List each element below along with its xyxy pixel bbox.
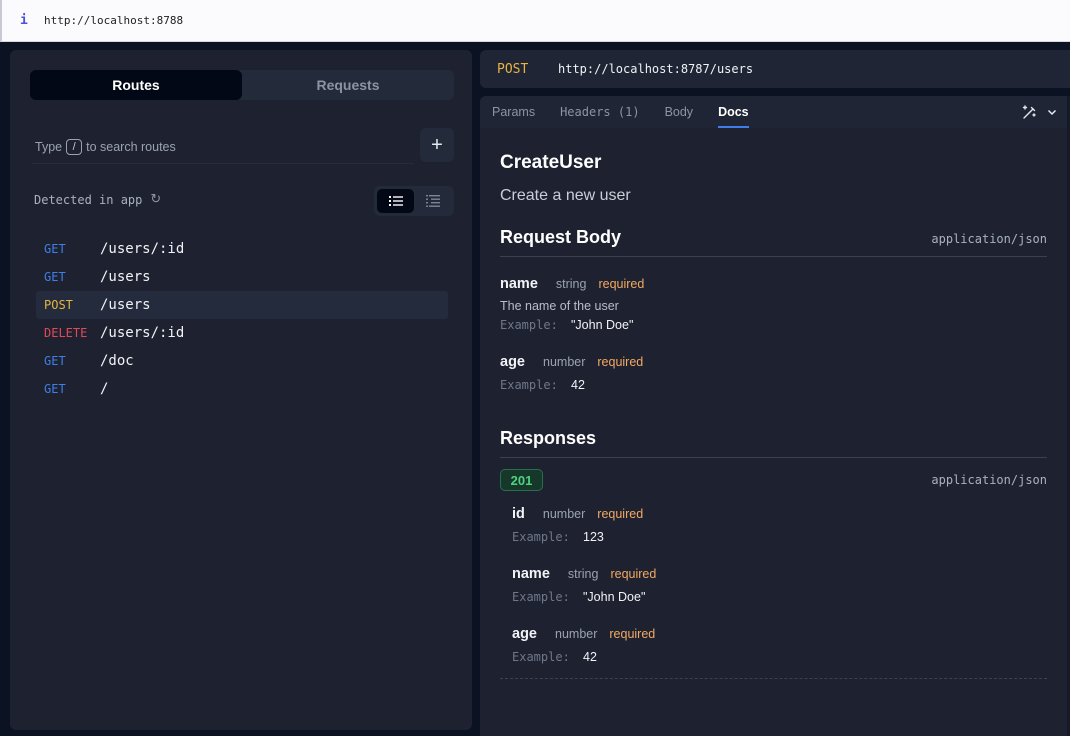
field-type: number [555,627,598,641]
request-url-bar[interactable]: POST http://localhost:8787/users [480,50,1070,88]
tab-headers[interactable]: Headers (1) [560,96,639,128]
field-required: required [610,567,657,581]
search-hint-suffix: to search routes [86,139,176,154]
routes-sidebar: Routes Requests Type / to search routes … [10,50,472,730]
example-label: Example: [500,318,558,332]
slash-key-hint: / [66,138,83,155]
route-method: GET [44,354,66,368]
field-name: id [512,506,525,522]
example-value: "John Doe" [571,318,634,332]
indented-list-icon [425,195,440,207]
field-name: name [512,566,550,582]
field-required: required [609,627,656,641]
operation-description: Create a new user [500,187,631,204]
request-panel: Params Headers (1) Body Docs CreateUser … [480,96,1070,736]
field-type: string [555,277,587,291]
request-url[interactable]: http://localhost:8787/users [558,62,753,76]
app: Routes Requests Type / to search routes … [2,42,1070,736]
field-item: id number required Example: 123 [512,506,1047,544]
detected-in-app-header: Detected in app ↻ [34,192,161,207]
list-view-button[interactable] [377,189,414,213]
magic-wand-icon[interactable] [1021,104,1037,120]
field-description: The name of the user [500,299,619,313]
browser-url[interactable]: http://localhost:8788 [44,14,183,27]
example-value: 42 [571,378,585,392]
request-tabs: Params Headers (1) Body Docs [480,96,1067,128]
route-path: /users/:id [100,241,185,257]
field-type: string [567,567,599,581]
route-path: /doc [100,353,134,369]
route-item[interactable]: GET /users/:id [36,235,448,263]
example-label: Example: [512,650,570,664]
responses-heading: Responses [500,428,597,448]
browser-address-bar: i http://localhost:8788 [0,0,1070,42]
route-method: POST [44,298,73,312]
section-divider [500,678,1047,679]
responses-header: Responses [500,428,1047,458]
response-fields: id number required Example: 123 name str… [500,506,1047,664]
example-label: Example: [512,530,570,544]
route-item[interactable]: GET / [36,375,448,403]
request-method[interactable]: POST [497,62,558,77]
field-name: age [500,354,525,370]
segment-routes[interactable]: Routes [30,70,242,100]
field-item: name string required The name of the use… [500,276,1047,332]
sidebar-segmented-control: Routes Requests [30,70,454,100]
route-path: / [100,381,109,397]
field-item: name string required Example: "John Doe" [512,566,1047,604]
chevron-down-icon[interactable] [1047,108,1057,116]
tab-body[interactable]: Body [665,96,694,128]
route-method: GET [44,270,66,284]
field-type: number [543,355,586,369]
add-route-button[interactable]: + [420,128,454,162]
example-label: Example: [500,378,558,392]
list-icon [388,196,403,206]
field-name: age [512,626,537,642]
tab-docs[interactable]: Docs [718,96,749,128]
tab-params[interactable]: Params [492,96,535,128]
route-method: GET [44,242,66,256]
request-body-heading: Request Body [500,227,622,247]
field-required: required [598,277,645,291]
example-label: Example: [512,590,570,604]
route-item[interactable]: DELETE /users/:id [36,319,448,347]
route-list: GET /users/:id GET /users POST /users DE… [36,235,448,403]
request-body-header: Request Body application/json [500,227,1047,257]
route-path: /users [100,269,151,285]
field-name: name [500,276,538,292]
search-hint-prefix: Type [35,139,63,154]
response-content-type: application/json [931,473,1047,487]
info-icon[interactable]: i [20,13,44,28]
route-path: /users [100,297,151,313]
tab-tools [1021,96,1057,128]
status-badge[interactable]: 201 [500,469,543,491]
request-content-type: application/json [931,232,1047,246]
detected-label: Detected in app [34,192,143,207]
plus-icon: + [431,133,443,156]
example-value: "John Doe" [583,590,646,604]
field-item: age number required Example: 42 [500,354,1047,392]
field-type: number [542,507,586,521]
field-required: required [597,507,644,521]
route-search-input[interactable]: Type / to search routes [32,130,414,164]
segment-requests[interactable]: Requests [242,70,454,100]
example-value: 123 [583,530,604,544]
refresh-icon[interactable]: ↻ [150,192,161,207]
route-path: /users/:id [100,325,185,341]
route-method: GET [44,382,66,396]
tree-view-button[interactable] [414,189,451,213]
response-status-row: 201 application/json [500,469,1047,491]
field-item: age number required Example: 42 [512,626,1047,664]
docs-content: CreateUser Create a new user Request Bod… [480,152,1067,679]
view-toggle [374,186,454,216]
field-required: required [597,355,644,369]
route-item[interactable]: GET /users [36,263,448,291]
example-value: 42 [583,650,597,664]
route-item-selected[interactable]: POST /users [36,291,448,319]
route-method: DELETE [44,326,88,340]
operation-title: CreateUser [500,152,602,173]
route-item[interactable]: GET /doc [36,347,448,375]
